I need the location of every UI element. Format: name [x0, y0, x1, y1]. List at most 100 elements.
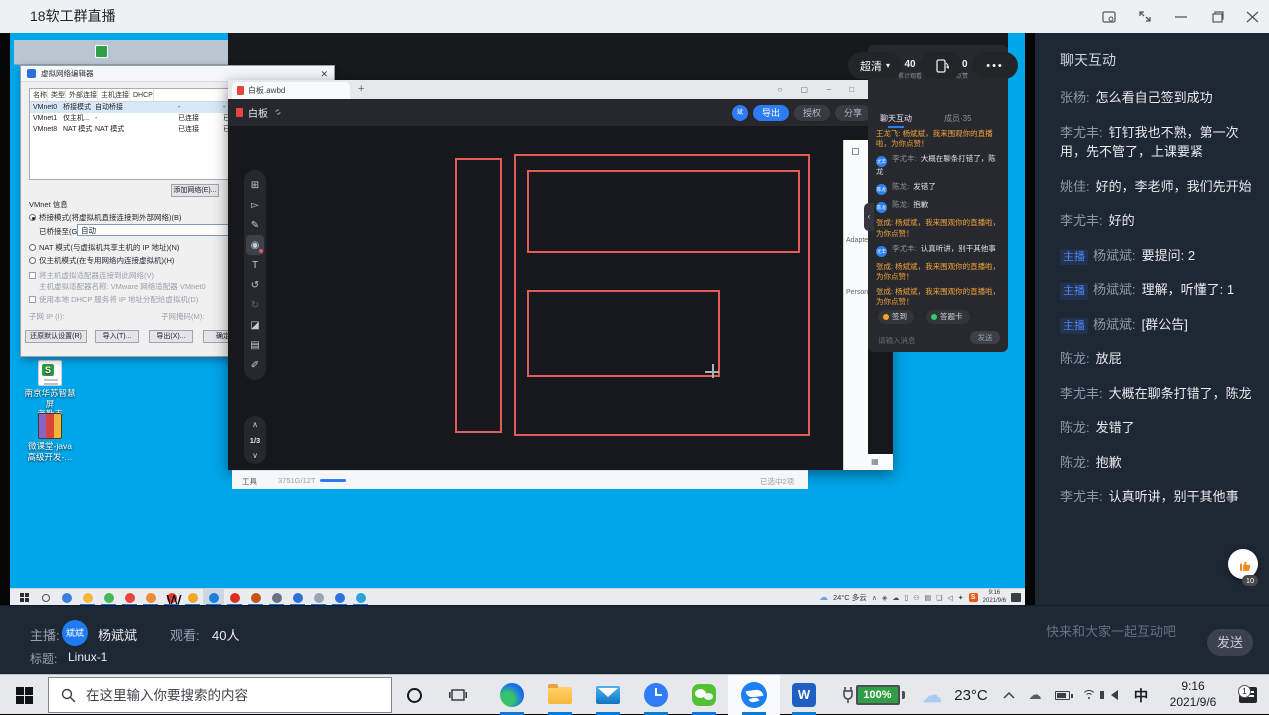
chat-text: 认真听讲，别干其他事 [1109, 489, 1239, 504]
chevron-up-icon: ∧ [872, 594, 877, 602]
battery-percent: 100% [856, 685, 900, 705]
ime-indicator[interactable]: 中 [1126, 675, 1156, 715]
fullscreen-icon[interactable] [1138, 10, 1152, 23]
wechat-icon[interactable] [680, 675, 728, 715]
video-stream[interactable]: S 南京华苏智慧屏 考勤表 微课堂-java 高级开发-… 虚拟网络编辑器 ✕ … [10, 33, 1025, 605]
eraser-icon: ◪ [246, 315, 264, 335]
close-icon[interactable] [1246, 11, 1259, 23]
task-view-button[interactable] [436, 675, 480, 715]
chat-sender: 姚佳: [1060, 179, 1090, 194]
tray-chat-icon: ❑ [936, 594, 942, 602]
alarms-icon[interactable] [632, 675, 680, 715]
chat-message: 李尤丰:认真听讲，别干其他事 [1060, 487, 1255, 507]
battery-widget[interactable]: 100% [838, 675, 908, 715]
export-button: 导出 [753, 105, 789, 121]
temperature-label[interactable]: 23°C [948, 675, 994, 715]
host-avatar: 斌斌 [62, 620, 88, 646]
maximize-icon[interactable] [1210, 11, 1224, 23]
rotate-screen-button [920, 52, 962, 79]
taskbar-search[interactable] [48, 677, 392, 713]
overlay-chat-message: 王龙飞: 杨斌斌，我来围观你的直播啦，为你点赞！ [876, 129, 1002, 149]
desktop-icon-label: 高级开发-… [22, 452, 78, 463]
dingtalk-icon[interactable] [728, 675, 780, 715]
permission-button: 授权 [794, 105, 830, 121]
chat-message: 陈龙:抱歉 [1060, 453, 1255, 473]
taskbar-wps-icon: W [161, 589, 182, 605]
file-explorer-icon[interactable] [536, 675, 584, 715]
bridged-radio: 桥接模式(将虚拟机直接连接到外部网络)(B) [29, 212, 182, 223]
chat-text: 好的，李老师，我们先开始 [1096, 179, 1252, 194]
storage-progressbar [320, 479, 346, 482]
send-button[interactable]: 发送 [1207, 629, 1253, 656]
avatar: 尤丰 [876, 156, 887, 167]
new-tab-icon: + [358, 80, 364, 99]
chat-text: 怎么看自己签到成功 [1096, 90, 1213, 105]
taskbar-copy-icon [329, 589, 350, 605]
tray-tool-icon: ✦ [958, 594, 964, 602]
stream-title-value: Linux-1 [68, 650, 107, 664]
chat-message: 李尤丰:钉钉我也不熟，第一次用，先不管了，上课要紧 [1060, 123, 1255, 162]
new-board-icon: ⊞ [246, 175, 264, 195]
search-input[interactable] [86, 688, 346, 703]
chat-message: 陈龙:发错了 [1060, 418, 1255, 438]
bridged-to-label: 已桥接至(G): [39, 226, 82, 237]
word-icon[interactable]: W [780, 675, 828, 715]
vmware-icon [27, 69, 36, 78]
vmware-column-header: 类型 [48, 89, 66, 101]
mini-mode-icon[interactable] [1102, 11, 1116, 23]
tray-cloud-icon[interactable]: ☁ [1022, 675, 1048, 715]
host-info-bar: 主播: 斌斌 杨斌斌 观看: 40人 标题: Linux-1 发送 [0, 605, 1269, 674]
whiteboard-toolbar: ⊞ ▻ ✎ ◉ T ↺ ↻ ◪ ▤ ✐ [244, 170, 266, 380]
subnet-mask-label: 子网掩码(M): [161, 311, 204, 322]
chat-input[interactable] [1046, 624, 1196, 639]
restore-defaults-button: 还原默认设置(R) [25, 330, 87, 343]
host-badge: 主播 [1060, 249, 1088, 266]
overlay-chat-message: 尤丰 李尤丰: 大概在聊条打错了，陈龙 [876, 154, 1002, 177]
chat-sender: 李尤丰: [1060, 386, 1103, 401]
drawn-rectangle [527, 290, 720, 377]
drawn-rectangle [455, 158, 502, 433]
chat-message-list[interactable]: 张杨:怎么看自己签到成功 李尤丰:钉钉我也不熟，第一次用，先不管了，上课要紧 姚… [1035, 88, 1269, 605]
document-icon [236, 108, 243, 117]
captured-clock: 9:162021/9/6 [983, 590, 1006, 604]
chat-text: 发错了 [1096, 420, 1135, 435]
toolbox-icon: ▤ [246, 335, 264, 355]
app-titlebar: 18软工群直播 [0, 0, 1269, 33]
tray-phone-icon: ▯ [904, 594, 908, 602]
taskbar-browser360-icon [98, 589, 119, 605]
taskbar-settings-icon [266, 589, 287, 605]
viewers-value: 40人 [212, 625, 239, 644]
weather-cloud-icon[interactable]: ☁ [916, 675, 948, 715]
taskbar-firefox-icon [140, 589, 161, 605]
import-button: 导入(T)... [95, 330, 139, 343]
mail-icon[interactable] [584, 675, 632, 715]
action-center-icon[interactable]: 1 [1228, 675, 1268, 715]
avatar: 斌 [732, 105, 748, 121]
chat-message: 主播杨斌斌:[群公告] [1060, 315, 1255, 335]
tray-battery-icon[interactable] [1048, 675, 1076, 715]
tray-wifi-icon[interactable] [1076, 675, 1102, 715]
taskbar-app-orange-icon [245, 589, 266, 605]
windows-taskbar: W 100% ☁ 23°C ☁ 中 9:16 2021/9/6 1 [0, 674, 1269, 714]
tray-expand-icon[interactable] [996, 675, 1022, 715]
search-icon [61, 688, 76, 703]
taskbar-molecule-icon [224, 589, 245, 605]
checkin-button: 签到 [878, 310, 914, 324]
overlay-chat-message: 张成: 杨斌斌，我来围观你的直播啦，为你点赞！ [876, 218, 1002, 238]
vmware-column-header: 主机连接 [98, 89, 130, 101]
overlay-chat-message: 张成: 杨斌斌，我来围观你的直播啦，为你点赞！ [876, 262, 1002, 282]
checkbox-fragment [852, 148, 859, 155]
avatar: 陈龙 [876, 184, 887, 195]
edge-icon[interactable] [488, 675, 536, 715]
text-tool-icon: T [246, 255, 264, 275]
page-navigator: ∧ 1/3 ∨ [244, 416, 266, 464]
start-button[interactable] [0, 675, 48, 715]
whiteboard-window: 白板.awbd + ○ ▢ − □ ✕ 白板 斌 导出 授权 分享 ⚙ ⊞ [228, 80, 893, 470]
cortana-button[interactable] [392, 675, 436, 715]
minimize-icon[interactable] [1174, 11, 1188, 23]
link-icon [273, 108, 283, 118]
whiteboard-header: 白板 斌 导出 授权 分享 ⚙ [228, 99, 893, 126]
avatar: 尤丰 [876, 246, 887, 257]
taskbar-clock[interactable]: 9:16 2021/9/6 [1158, 675, 1228, 715]
tray-volume-icon[interactable] [1102, 675, 1126, 715]
